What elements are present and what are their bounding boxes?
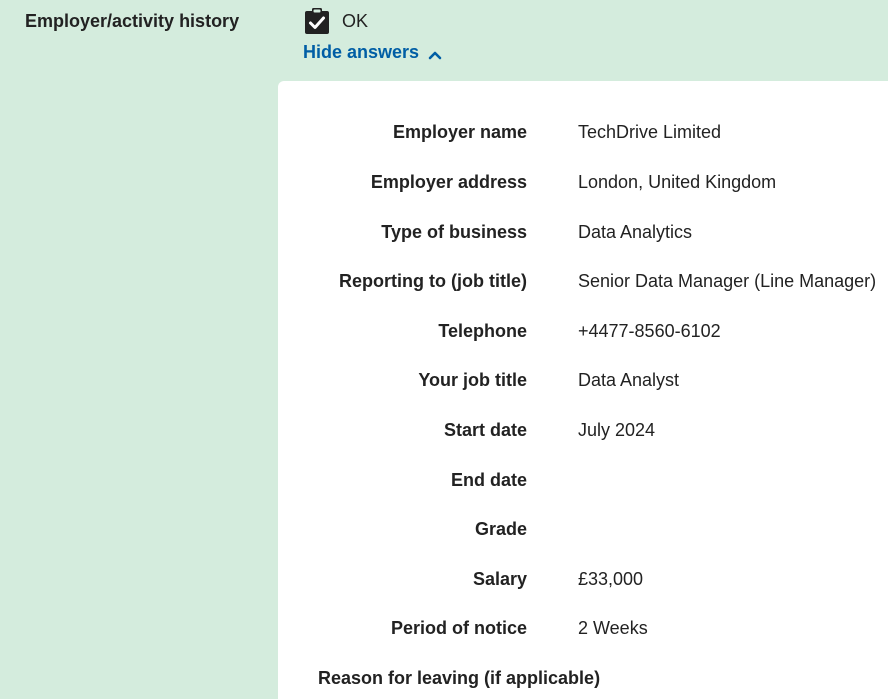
answer-row-start-date: Start date July 2024 (278, 420, 888, 450)
answer-value: +4477-8560-6102 (578, 321, 721, 341)
hide-answers-label: Hide answers (303, 42, 420, 62)
answer-label: Start date (443, 420, 527, 440)
answer-label: Reporting to (job title) (339, 271, 527, 291)
clipboard-check-icon (304, 8, 330, 34)
answer-row-type-of-business: Type of business Data Analytics (278, 222, 888, 252)
chevron-up-icon (428, 46, 442, 60)
answer-value: TechDrive Limited (578, 122, 722, 142)
answer-row-grade: Grade (278, 519, 888, 549)
answer-value: £33,000 (578, 569, 644, 589)
answer-row-job-title: Your job title Data Analyst (278, 370, 888, 400)
answer-label: Telephone (438, 321, 527, 341)
answer-label: Period of notice (390, 618, 527, 638)
answer-label: Grade (474, 519, 527, 539)
answer-label: Employer name (392, 122, 527, 142)
answer-value: July 2024 (578, 420, 656, 440)
answer-value: 2 Weeks (578, 618, 648, 638)
answer-value: Data Analyst (578, 370, 680, 390)
answer-row-period-of-notice: Period of notice 2 Weeks (278, 618, 888, 648)
answer-row-telephone: Telephone +4477-8560-6102 (278, 321, 888, 351)
answer-value: Data Analytics (578, 222, 693, 242)
answer-row-end-date: End date (278, 470, 888, 500)
answer-label: Your job title (418, 370, 527, 390)
status-text: OK (342, 10, 369, 31)
status-indicator: OK (304, 8, 368, 34)
reason-for-leaving-label: Reason for leaving (if applicable) (318, 668, 601, 688)
answer-label: Type of business (381, 222, 527, 242)
answer-label: End date (450, 470, 527, 490)
answer-value: Senior Data Manager (Line Manager) (578, 271, 877, 291)
answer-label: Salary (472, 569, 527, 589)
section-title: Employer/activity history (25, 11, 240, 31)
answer-row-reporting-to: Reporting to (job title) Senior Data Man… (278, 271, 888, 301)
hide-answers-link[interactable]: Hide answers (303, 42, 442, 63)
answer-value: London, United Kingdom (578, 172, 777, 192)
answer-row-employer-name: Employer name TechDrive Limited (278, 122, 888, 152)
answers-panel: Employer name TechDrive Limited Employer… (278, 81, 888, 699)
answer-label: Employer address (370, 172, 527, 192)
answer-row-employer-address: Employer address London, United Kingdom (278, 172, 888, 202)
answer-row-salary: Salary £33,000 (278, 569, 888, 599)
